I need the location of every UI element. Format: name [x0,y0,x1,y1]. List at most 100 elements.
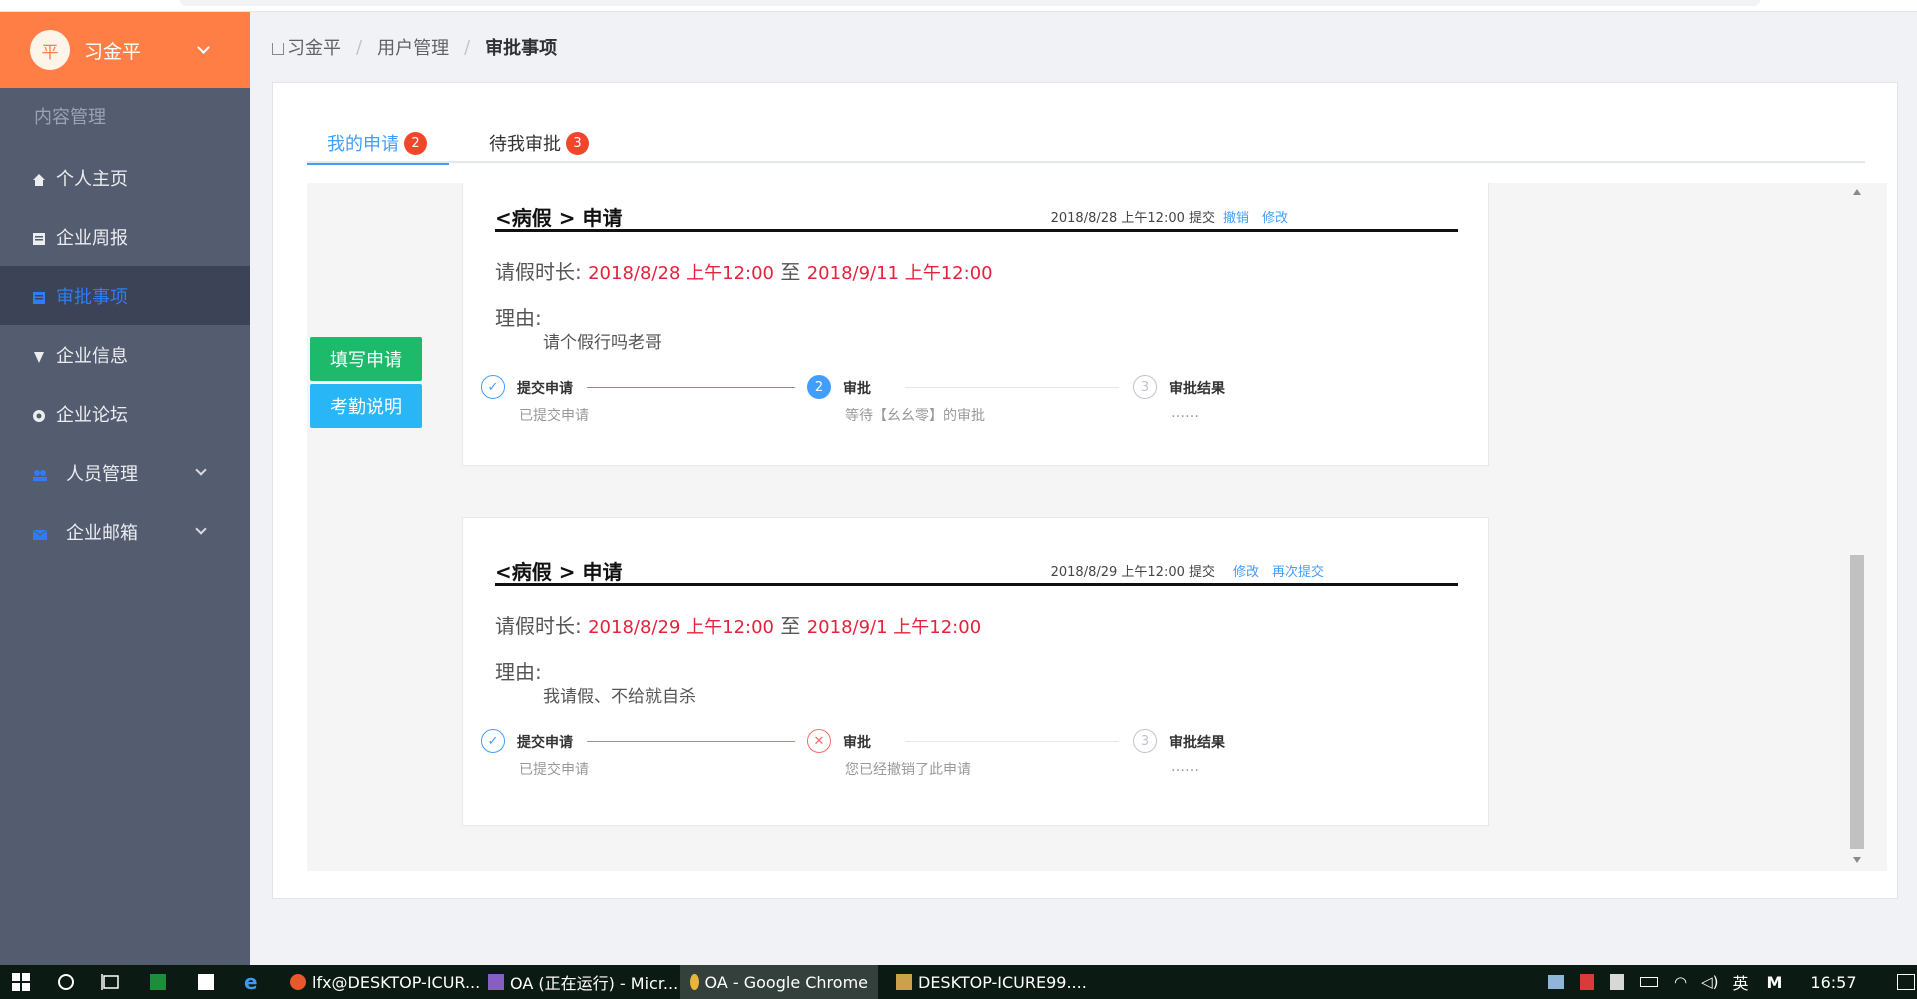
edit-link[interactable]: 修改 [1262,207,1288,226]
step-desc: …… [1171,405,1199,421]
breadcrumb: 习金平 / 用户管理 / 审批事项 [272,34,557,60]
leave-duration: 请假时长: 2018/8/28 上午12:00 至 2018/9/11 上午12… [495,256,993,285]
step-number-icon: 3 [1133,729,1157,753]
duration-label: 请假时长: [495,614,589,638]
reason-label: 理由: [495,660,542,684]
tab-pending-approval[interactable]: 待我审批 3 [489,123,589,163]
edit-link[interactable]: 修改 [1233,561,1259,580]
edge-browser-icon[interactable]: e [244,965,258,999]
taskbar-item-visual-studio[interactable]: OA (正在运行) - Micr... [482,965,684,999]
chrome-icon [690,974,699,990]
chevron-down-icon [195,464,207,476]
application-header: <病假 > 申请 2018/8/28 上午12:00 提交 撤销 修改 [495,202,1458,232]
taskbar-item-terminal[interactable]: lfx@DESKTOP-ICUR... [284,965,486,999]
reason-text: 请个假行吗老哥 [543,333,662,353]
info-icon [32,348,46,363]
sidebar-item-mail[interactable]: 企业邮箱 [0,502,250,561]
scroll-area[interactable]: 填写申请 考勤说明 <病假 > 申请 2018/8/28 上午12:00 提交 … [307,183,1887,871]
windows-start-icon[interactable] [12,965,30,999]
reason-label: 理由: [495,306,542,330]
browser-top-strip [0,0,1917,12]
application-card: <病假 > 申请 2018/8/29 上午12:00 提交 修改 再次提交 请假… [462,517,1489,826]
user-menu[interactable]: 平 习金平 [0,12,250,88]
sidebar-item-weekly-report[interactable]: 企业周报 [0,207,250,266]
scroll-thumb[interactable] [1850,555,1864,849]
revoke-link[interactable]: 撤销 [1223,207,1249,226]
battery-icon[interactable] [1640,977,1658,987]
application-title: <病假 > 申请 [495,206,623,230]
vertical-scrollbar[interactable] [1848,183,1866,871]
step-desc: 已提交申请 [519,762,589,778]
step-title: 审批结果 [1169,735,1225,751]
store-icon[interactable] [198,965,220,999]
taskbar: e lfx@DESKTOP-ICUR... OA (正在运行) - Micr..… [0,965,1917,999]
application-title: <病假 > 申请 [495,560,623,584]
step-title: 审批结果 [1169,381,1225,397]
notification-icon[interactable] [1896,974,1915,990]
network-drive-icon[interactable] [1548,975,1564,989]
check-icon: ✓ [481,729,505,753]
sidebar-item-people[interactable]: 人员管理 [0,443,250,502]
step-connector [587,741,795,742]
taskbar-item-label: OA (正在运行) - Micr... [510,974,679,993]
sidebar-item-label: 个人主页 [56,168,128,190]
qq-icon[interactable] [1580,974,1594,990]
duration-label: 请假时长: [495,260,589,284]
address-bar[interactable] [180,0,1760,6]
sidebar-item-home[interactable]: 个人主页 [0,148,250,207]
tab-bar: 我的申请 2 待我审批 3 [307,123,1865,165]
system-tray: ◠ ◁) 英 M 16:57 [1548,965,1915,999]
taskbar-item-label: DESKTOP-ICURE99.... [918,972,1087,992]
task-view-icon[interactable] [101,965,121,999]
leave-duration: 请假时长: 2018/8/29 上午12:00 至 2018/9/1 上午12:… [495,610,981,639]
step-connector [587,387,795,388]
sidebar-item-approval[interactable]: 审批事项 [0,266,250,325]
step-number-icon: 2 [807,375,831,399]
people-icon [32,466,47,481]
avatar: 平 [30,30,70,70]
clock[interactable]: 16:57 [1810,973,1856,992]
resubmit-link[interactable]: 再次提交 [1272,561,1324,580]
sidebar-item-label: 企业论坛 [56,404,128,426]
close-icon: ✕ [807,729,831,753]
remote-desktop-icon [896,974,912,990]
scroll-up-icon[interactable] [1853,189,1861,195]
fill-application-button[interactable]: 填写申请 [310,337,422,381]
sidebar-item-label: 审批事项 [56,286,128,308]
sidebar-item-label: 企业信息 [56,345,128,367]
ime-mode[interactable]: M [1767,973,1783,992]
tab-my-applications[interactable]: 我的申请 2 [307,123,449,165]
home-icon [272,43,284,55]
ime-language[interactable]: 英 [1732,970,1748,994]
chevron-down-icon [195,523,207,535]
visual-studio-icon [488,974,504,990]
volume-icon[interactable]: ◁) [1701,973,1718,991]
count-badge: 2 [404,131,427,155]
taskbar-item-label: lfx@DESKTOP-ICUR... [312,972,481,992]
approval-steps: ✓ 提交申请 已提交申请 2 审批 等待【幺幺零】的审批 3 审批结果 …… [481,375,1261,425]
spreadsheet-app-icon[interactable] [150,965,172,999]
shield-icon[interactable] [1610,974,1624,990]
duration-to: 至 [774,260,807,284]
breadcrumb-current: 审批事项 [485,38,558,59]
step-desc: 等待【幺幺零】的审批 [845,408,985,424]
breadcrumb-parent[interactable]: 用户管理 [377,34,449,60]
start-time: 2018/8/28 上午12:00 [588,263,774,284]
taskbar-item-chrome[interactable]: OA - Google Chrome [680,965,878,999]
applications-panel: 填写申请 考勤说明 <病假 > 申请 2018/8/28 上午12:00 提交 … [307,183,1887,871]
sidebar-item-label: 人员管理 [66,463,138,485]
taskbar-item-remote-desktop[interactable]: DESKTOP-ICURE99.... [890,965,1093,999]
search-icon[interactable] [57,965,75,999]
chevron-down-icon [197,40,210,54]
sidebar-item-forum[interactable]: 企业论坛 [0,384,250,443]
main-card: 我的申请 2 待我审批 3 填写申请 考勤说明 <病假 > 申请 2018/8/… [272,82,1898,899]
wifi-icon[interactable]: ◠ [1674,973,1687,991]
end-time: 2018/9/1 上午12:00 [806,617,982,638]
scroll-down-icon[interactable] [1853,857,1861,863]
attendance-explain-button[interactable]: 考勤说明 [310,384,422,428]
step-title: 提交申请 [517,735,573,751]
sidebar-item-company-info[interactable]: 企业信息 [0,325,250,384]
breadcrumb-home[interactable]: 习金平 [287,34,341,60]
step-title: 审批 [843,381,871,397]
end-time: 2018/9/11 上午12:00 [806,263,993,284]
